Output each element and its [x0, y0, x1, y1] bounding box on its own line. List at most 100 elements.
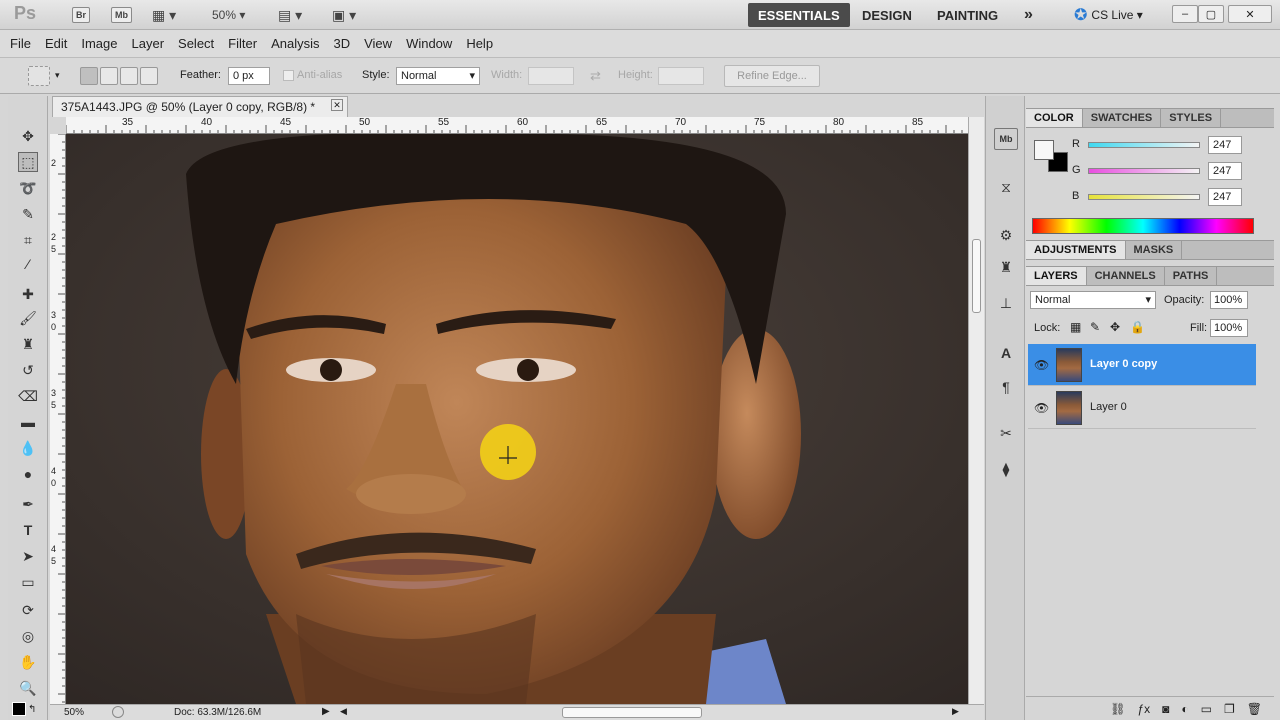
cs-live-menu[interactable]: ✪ CS Live ▾	[1074, 5, 1143, 25]
workspace-design[interactable]: DESIGN	[852, 3, 922, 27]
clone-stamp-tool-icon[interactable]: ♜	[18, 334, 38, 354]
lock-transparent-icon[interactable]: ▦	[1070, 320, 1081, 334]
menu-file[interactable]: File	[10, 36, 31, 51]
view-extras-button[interactable]: ▦ ▾	[152, 5, 176, 25]
close-document-icon[interactable]: ✕	[331, 99, 343, 111]
preset-dropdown-arrow[interactable]: ▾	[55, 70, 60, 81]
menu-help[interactable]: Help	[466, 36, 493, 51]
tab-swatches[interactable]: SWATCHES	[1083, 109, 1162, 127]
menu-window[interactable]: Window	[406, 36, 452, 51]
adjustment-layer-icon[interactable]: ◐	[1181, 702, 1188, 716]
feather-input[interactable]: 0 px	[228, 67, 270, 85]
link-layers-icon[interactable]: ⛓	[1110, 702, 1125, 716]
anti-alias-checkbox[interactable]	[283, 70, 294, 81]
eyedropper-tool-icon[interactable]: ⁄	[18, 254, 38, 274]
color-spectrum-bar[interactable]	[1032, 218, 1254, 234]
layer-row[interactable]: 👁 Layer 0 copy	[1028, 344, 1256, 386]
intersect-selection-icon[interactable]	[140, 67, 158, 85]
red-value-input[interactable]: 247	[1208, 136, 1242, 154]
add-mask-icon[interactable]: ◙	[1162, 702, 1169, 716]
foreground-color-swatch[interactable]	[1034, 140, 1054, 160]
style-select[interactable]: Normal ▾	[396, 67, 480, 85]
height-input[interactable]	[658, 67, 704, 85]
menu-layer[interactable]: Layer	[132, 36, 165, 51]
marquee-preset-icon[interactable]	[28, 66, 50, 86]
swap-dimensions-icon[interactable]: ⇄	[590, 68, 601, 84]
tab-layers[interactable]: LAYERS	[1026, 267, 1087, 285]
menu-filter[interactable]: Filter	[228, 36, 257, 51]
mini-bridge-panel-icon[interactable]: Mb	[994, 128, 1018, 150]
tab-paths[interactable]: PATHS	[1165, 267, 1218, 285]
new-selection-icon[interactable]	[80, 67, 98, 85]
blue-slider[interactable]	[1088, 194, 1200, 200]
blue-value-input[interactable]: 247	[1208, 188, 1242, 206]
tab-adjustments[interactable]: ADJUSTMENTS	[1026, 241, 1126, 259]
clone-source-panel-icon[interactable]: ♜	[994, 256, 1018, 278]
new-group-icon[interactable]: ▭	[1201, 702, 1212, 716]
opacity-input[interactable]: 100%	[1210, 291, 1248, 309]
tab-styles[interactable]: STYLES	[1161, 109, 1222, 127]
path-selection-tool-icon[interactable]: ➤	[18, 546, 38, 566]
green-slider[interactable]	[1088, 168, 1200, 174]
type-tool-icon[interactable]: T	[18, 520, 38, 540]
layer-row[interactable]: 👁 Layer 0	[1028, 387, 1256, 429]
character-panel-icon[interactable]: A	[994, 342, 1018, 364]
rectangle-tool-icon[interactable]: ▭	[18, 572, 38, 592]
tool-presets-panel-icon[interactable]: ✂	[994, 422, 1018, 444]
brush-presets-panel-icon[interactable]: ⊥	[994, 292, 1018, 314]
zoom-tool-icon[interactable]: 🔍	[18, 678, 38, 698]
foreground-color-swatch[interactable]	[12, 702, 26, 716]
history-panel-icon[interactable]: ⧖	[994, 176, 1018, 198]
3d-rotate-tool-icon[interactable]: ⟳	[18, 600, 38, 620]
tab-color[interactable]: COLOR	[1026, 109, 1083, 127]
menu-3d[interactable]: 3D	[333, 36, 350, 51]
mini-bridge-button[interactable]: Mb	[111, 7, 132, 23]
maximize-button[interactable]: ▢	[1198, 5, 1224, 23]
close-button[interactable]: ✕	[1228, 5, 1272, 23]
blur-tool-icon[interactable]: 💧	[18, 438, 38, 458]
menu-select[interactable]: Select	[178, 36, 214, 51]
lasso-tool-icon[interactable]: ➰	[18, 178, 38, 198]
3d-orbit-tool-icon[interactable]: ◎	[18, 626, 38, 646]
document-tab[interactable]: 375A1443.JPG @ 50% (Layer 0 copy, RGB/8)…	[52, 96, 348, 117]
lock-position-icon[interactable]: ✥	[1110, 320, 1120, 334]
workspace-painting[interactable]: PAINTING	[927, 3, 1008, 27]
scroll-left-arrow[interactable]: ◀	[340, 706, 347, 717]
red-slider[interactable]	[1088, 142, 1200, 148]
actions-panel-icon[interactable]: ⚙	[994, 224, 1018, 246]
menu-image[interactable]: Image	[81, 36, 117, 51]
lock-pixels-icon[interactable]: ✎	[1090, 320, 1100, 334]
new-layer-icon[interactable]: ❐	[1224, 702, 1235, 716]
status-info-icon[interactable]	[112, 706, 124, 718]
gradient-tool-icon[interactable]: ▬	[18, 412, 38, 432]
tab-masks[interactable]: MASKS	[1126, 241, 1183, 259]
menu-analysis[interactable]: Analysis	[271, 36, 319, 51]
refine-edge-button[interactable]: Refine Edge...	[724, 65, 820, 87]
green-value-input[interactable]: 247	[1208, 162, 1242, 180]
hand-tool-icon[interactable]: ✋	[18, 652, 38, 672]
swap-colors-icon[interactable]: ↰	[28, 704, 36, 715]
delete-layer-icon[interactable]: 🗑	[1247, 702, 1262, 716]
scroll-right-arrow[interactable]: ▶	[952, 706, 959, 717]
brush-tool-icon[interactable]: 🖌	[18, 308, 38, 328]
document-canvas[interactable]	[66, 134, 968, 704]
menu-edit[interactable]: Edit	[45, 36, 67, 51]
blend-mode-select[interactable]: Normal ▾	[1030, 291, 1156, 309]
width-input[interactable]	[528, 67, 574, 85]
history-brush-tool-icon[interactable]: ↺	[18, 360, 38, 380]
launch-bridge-button[interactable]: Br	[72, 7, 91, 23]
minimize-button[interactable]: –	[1172, 5, 1198, 23]
zoom-level-dropdown[interactable]: 50% ▾	[212, 5, 245, 25]
horizontal-scroll-thumb[interactable]	[562, 707, 702, 718]
move-tool-icon[interactable]: ✥	[18, 126, 38, 146]
rectangular-marquee-tool-icon[interactable]: ⬚	[18, 152, 38, 172]
pen-tool-icon[interactable]: ✒	[18, 494, 38, 514]
add-to-selection-icon[interactable]	[100, 67, 118, 85]
scroll-thumb[interactable]	[972, 239, 981, 313]
eraser-tool-icon[interactable]: ⌫	[18, 386, 38, 406]
screen-mode-button[interactable]: ▣ ▾	[332, 5, 356, 25]
tab-channels[interactable]: CHANNELS	[1087, 267, 1165, 285]
vertical-scrollbar[interactable]	[968, 117, 984, 704]
status-menu-arrow[interactable]: ▶	[322, 706, 330, 717]
workspace-essentials[interactable]: ESSENTIALS	[748, 3, 850, 27]
